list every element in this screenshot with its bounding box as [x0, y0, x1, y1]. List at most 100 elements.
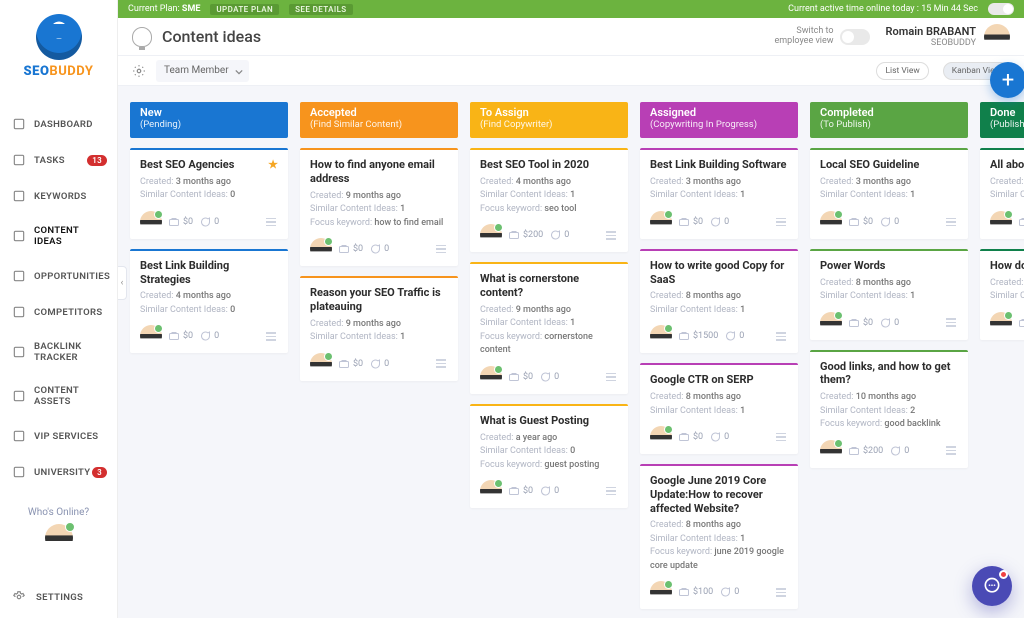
card-menu-icon[interactable]	[264, 330, 278, 343]
card[interactable]: How to find anyone email addressCreated:…	[300, 148, 458, 266]
user-block[interactable]: Romain BRABANT SEOBUDDY	[886, 25, 976, 48]
card-avatar[interactable]	[650, 211, 672, 233]
card[interactable]: How do w SeoBudd;Created: aSimilar Conte…	[980, 249, 1024, 340]
card-menu-icon[interactable]	[944, 216, 958, 229]
card-avatar[interactable]	[140, 211, 162, 233]
column-header[interactable]: Accepted(Find Similar Content)	[300, 102, 458, 138]
card[interactable]: Google CTR on SERPCreated: 8 months agoS…	[640, 363, 798, 454]
plan-bar: Current Plan: SME UPDATE PLAN SEE DETAIL…	[118, 0, 1024, 18]
update-plan-button[interactable]: UPDATE PLAN	[210, 4, 279, 15]
card[interactable]: Good links, and how to get them?Created:…	[810, 350, 968, 468]
card-avatar[interactable]	[310, 353, 332, 375]
card[interactable]: How to write good Copy for SaaSCreated: …	[640, 249, 798, 354]
card-menu-icon[interactable]	[774, 586, 788, 599]
card-menu-icon[interactable]	[264, 216, 278, 229]
see-details-button[interactable]: SEE DETAILS	[289, 4, 352, 15]
sidebar-item-opportunities[interactable]: OPPORTUNITIES	[4, 259, 113, 293]
card-comments: 0	[709, 431, 729, 443]
card-menu-icon[interactable]	[944, 316, 958, 329]
column-header[interactable]: To Assign(Find Copywriter)	[470, 102, 628, 138]
chat-button[interactable]	[972, 566, 1012, 606]
card-avatar[interactable]	[990, 312, 1012, 334]
card[interactable]: Best Link Building SoftwareCreated: 3 mo…	[640, 148, 798, 239]
card-avatar[interactable]	[480, 366, 502, 388]
column-header[interactable]: Assigned(Copywriting In Progress)	[640, 102, 798, 138]
card-menu-icon[interactable]	[604, 371, 618, 384]
card-avatar[interactable]	[820, 312, 842, 334]
card-avatar[interactable]	[650, 581, 672, 603]
card[interactable]: What is cornerstone content?Created: 9 m…	[470, 262, 628, 394]
sidebar-item-content-assets[interactable]: CONTENT ASSETS	[4, 375, 113, 417]
card-avatar[interactable]	[310, 238, 332, 260]
key-icon	[12, 189, 26, 203]
card-menu-icon[interactable]	[944, 444, 958, 457]
sidebar-item-content-ideas[interactable]: CONTENT IDEAS	[4, 215, 113, 257]
logo[interactable]: SEOBUDDY	[0, 0, 117, 87]
card-price: $	[1018, 216, 1024, 228]
card-title: Best Link Building Strategies	[140, 259, 278, 287]
sidebar-item-competitors[interactable]: COMPETITORS	[4, 295, 113, 329]
link-icon	[12, 345, 26, 359]
column-header[interactable]: New(Pending)	[130, 102, 288, 138]
card-comments: 0	[199, 216, 219, 228]
nav-label: UNIVERSITY	[34, 467, 90, 478]
card-price: $0	[848, 216, 873, 228]
active-time-toggle[interactable]	[988, 3, 1014, 15]
card-avatar[interactable]	[480, 480, 502, 502]
team-member-select[interactable]: Team Member	[156, 60, 249, 82]
online-user-avatar[interactable]	[45, 524, 73, 552]
card[interactable]: Best SEO Tool in 2020Created: 4 months a…	[470, 148, 628, 252]
card[interactable]: All about "SponsorcCreated: 8Similar Con…	[980, 148, 1024, 239]
add-button[interactable]: +	[990, 62, 1024, 98]
user-avatar[interactable]	[984, 24, 1010, 50]
card[interactable]: Reason your SEO Traffic is plateauingCre…	[300, 276, 458, 381]
employee-view-toggle[interactable]	[840, 29, 870, 45]
card-menu-icon[interactable]	[434, 243, 448, 256]
star-icon: ★	[268, 158, 278, 172]
card-price: $0	[338, 358, 363, 370]
main: Current Plan: SME UPDATE PLAN SEE DETAIL…	[118, 0, 1024, 618]
card-avatar[interactable]	[820, 440, 842, 462]
card-avatar[interactable]	[140, 325, 162, 347]
column-header[interactable]: Done(Published	[980, 102, 1024, 138]
card-menu-icon[interactable]	[774, 431, 788, 444]
whos-online-header: Who's Online?	[0, 507, 117, 555]
card-avatar[interactable]	[650, 426, 672, 448]
card-avatar[interactable]	[650, 325, 672, 347]
card-title: Reason your SEO Traffic is plateauing	[310, 286, 448, 314]
file-icon	[12, 389, 26, 403]
card-menu-icon[interactable]	[774, 330, 788, 343]
gear-icon[interactable]	[132, 64, 146, 78]
crown-icon	[12, 429, 26, 443]
list-view-button[interactable]: List View	[876, 62, 928, 80]
card-comments: 0	[879, 317, 899, 329]
card-menu-icon[interactable]	[604, 485, 618, 498]
card[interactable]: Best Link Building StrategiesCreated: 4 …	[130, 249, 288, 354]
card[interactable]: Power WordsCreated: 8 months agoSimilar …	[810, 249, 968, 340]
card[interactable]: What is Guest PostingCreated: a year ago…	[470, 404, 628, 508]
sidebar-item-backlink-tracker[interactable]: BACKLINK TRACKER	[4, 331, 113, 373]
card-menu-icon[interactable]	[604, 229, 618, 242]
collapse-sidebar-handle[interactable]: ‹	[118, 266, 127, 300]
sidebar-item-dashboard[interactable]: DASHBOARD	[4, 107, 113, 141]
card-menu-icon[interactable]	[774, 216, 788, 229]
card[interactable]: Local SEO GuidelineCreated: 3 months ago…	[810, 148, 968, 239]
kanban-board[interactable]: ‹ New(Pending) Best SEO Agencies★Created:…	[118, 86, 1024, 618]
card-avatar[interactable]	[820, 211, 842, 233]
card-avatar[interactable]	[990, 211, 1012, 233]
sidebar-item-tasks[interactable]: TASKS13	[4, 143, 113, 177]
card-price: $0	[848, 317, 873, 329]
column-header[interactable]: Completed(To Publish)	[810, 102, 968, 138]
card-menu-icon[interactable]	[434, 357, 448, 370]
sidebar-item-university[interactable]: UNIVERSITY3	[4, 455, 113, 489]
card-comments: 0	[549, 229, 569, 241]
card[interactable]: Google June 2019 Core Update:How to reco…	[640, 464, 798, 609]
card[interactable]: Best SEO Agencies★Created: 3 months agoS…	[130, 148, 288, 239]
nav-label: TASKS	[34, 155, 65, 166]
sidebar-item-settings[interactable]: SETTINGS	[0, 576, 117, 618]
plan-label: Current Plan: SME	[128, 4, 200, 14]
card-avatar[interactable]	[480, 224, 502, 246]
card-price: $0	[678, 216, 703, 228]
sidebar-item-keywords[interactable]: KEYWORDS	[4, 179, 113, 213]
sidebar-item-vip-services[interactable]: VIP SERVICES	[4, 419, 113, 453]
